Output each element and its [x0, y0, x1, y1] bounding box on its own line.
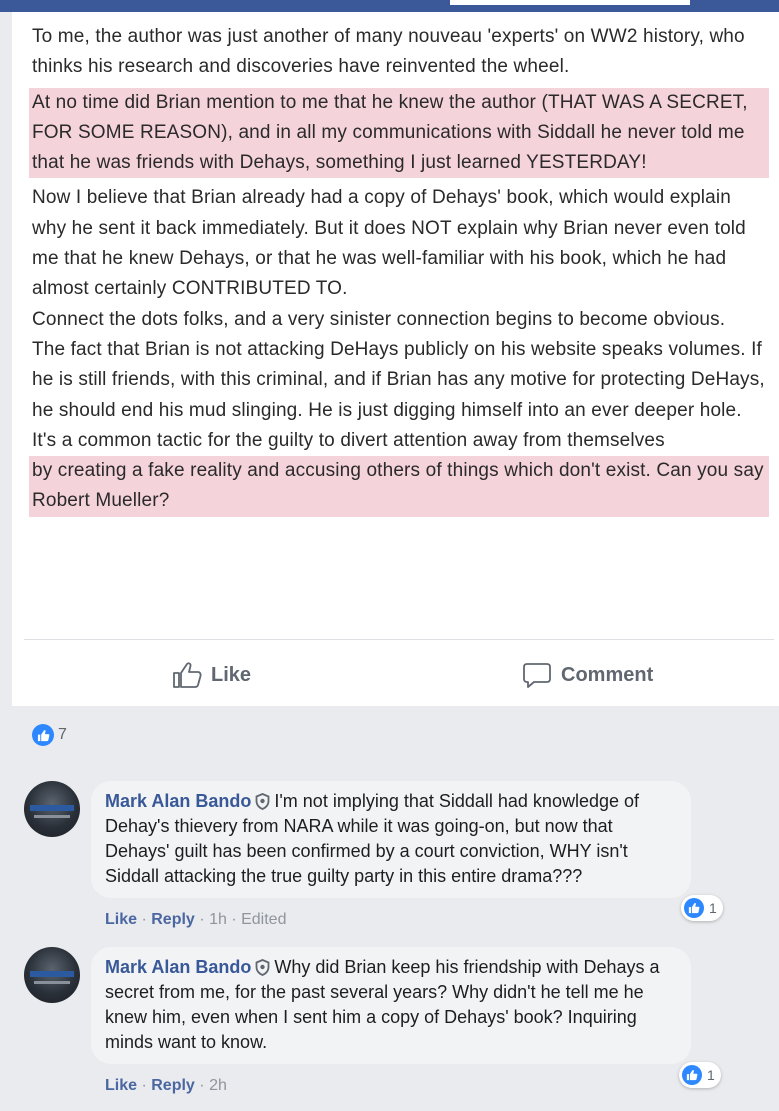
reaction-count: 7 [58, 726, 67, 743]
post-paragraph: It's a common tactic for the guilty to d… [32, 429, 665, 451]
post-paragraph: Connect the dots folks, and a very sinis… [32, 308, 726, 330]
comment-reaction-count: 1 [709, 900, 717, 916]
post-paragraph: To me, the author was just another of ma… [32, 26, 745, 78]
shield-icon [255, 959, 270, 976]
post-card: To me, the author was just another of ma… [12, 12, 779, 706]
thumbs-up-icon [173, 662, 202, 688]
like-label: Like [211, 663, 252, 686]
avatar[interactable] [24, 947, 80, 1003]
comment-like-link[interactable]: Like [105, 1077, 137, 1094]
comment-timestamp[interactable]: 2h [209, 1077, 227, 1094]
comment-reaction-badge[interactable]: 1 [679, 1062, 721, 1088]
reactions-summary[interactable]: 7 [32, 724, 67, 746]
comment-bubble: Mark Alan Bando I'm not implying that Sid… [91, 781, 691, 898]
like-button[interactable]: Like [172, 657, 251, 693]
comment-meta: Like · Reply · 2h [105, 1077, 227, 1094]
comment-label: Comment [561, 663, 654, 686]
comment-reply-link[interactable]: Reply [151, 911, 195, 928]
post-paragraph: Now I believe that Brian already had a c… [32, 187, 746, 300]
comment-reaction-badge[interactable]: 1 [681, 895, 723, 921]
thumbs-up-icon [682, 1065, 702, 1085]
shield-icon [255, 793, 270, 810]
thumbs-up-icon [684, 898, 704, 918]
comment-reply-link[interactable]: Reply [151, 1077, 195, 1094]
top-tab-edge [450, 0, 690, 5]
comment-reaction-count: 1 [707, 1067, 715, 1083]
post-paragraph-highlighted: At no time did Brian mention to me that … [29, 87, 769, 179]
thumbs-up-icon [32, 724, 54, 746]
comment-edited-label[interactable]: Edited [241, 911, 286, 928]
post-body: To me, the author was just another of ma… [29, 22, 769, 517]
post-paragraph: The fact that Brian is not attacking DeH… [32, 338, 765, 421]
top-navigation-bar [0, 0, 779, 12]
comment-meta: Like · Reply · 1h · Edited [105, 911, 287, 928]
action-divider [24, 639, 774, 640]
comment-author[interactable]: Mark Alan Bando [105, 791, 251, 811]
comment-bubble: Mark Alan Bando Why did Brian keep his fr… [91, 947, 691, 1064]
comment-button[interactable]: Comment [522, 657, 653, 693]
comment-like-link[interactable]: Like [105, 911, 137, 928]
comment-author[interactable]: Mark Alan Bando [105, 957, 251, 977]
avatar[interactable] [24, 781, 80, 837]
post-paragraph-highlighted: by creating a fake reality and accusing … [29, 456, 769, 517]
comment-icon [523, 663, 551, 688]
comment-timestamp[interactable]: 1h [209, 911, 227, 928]
